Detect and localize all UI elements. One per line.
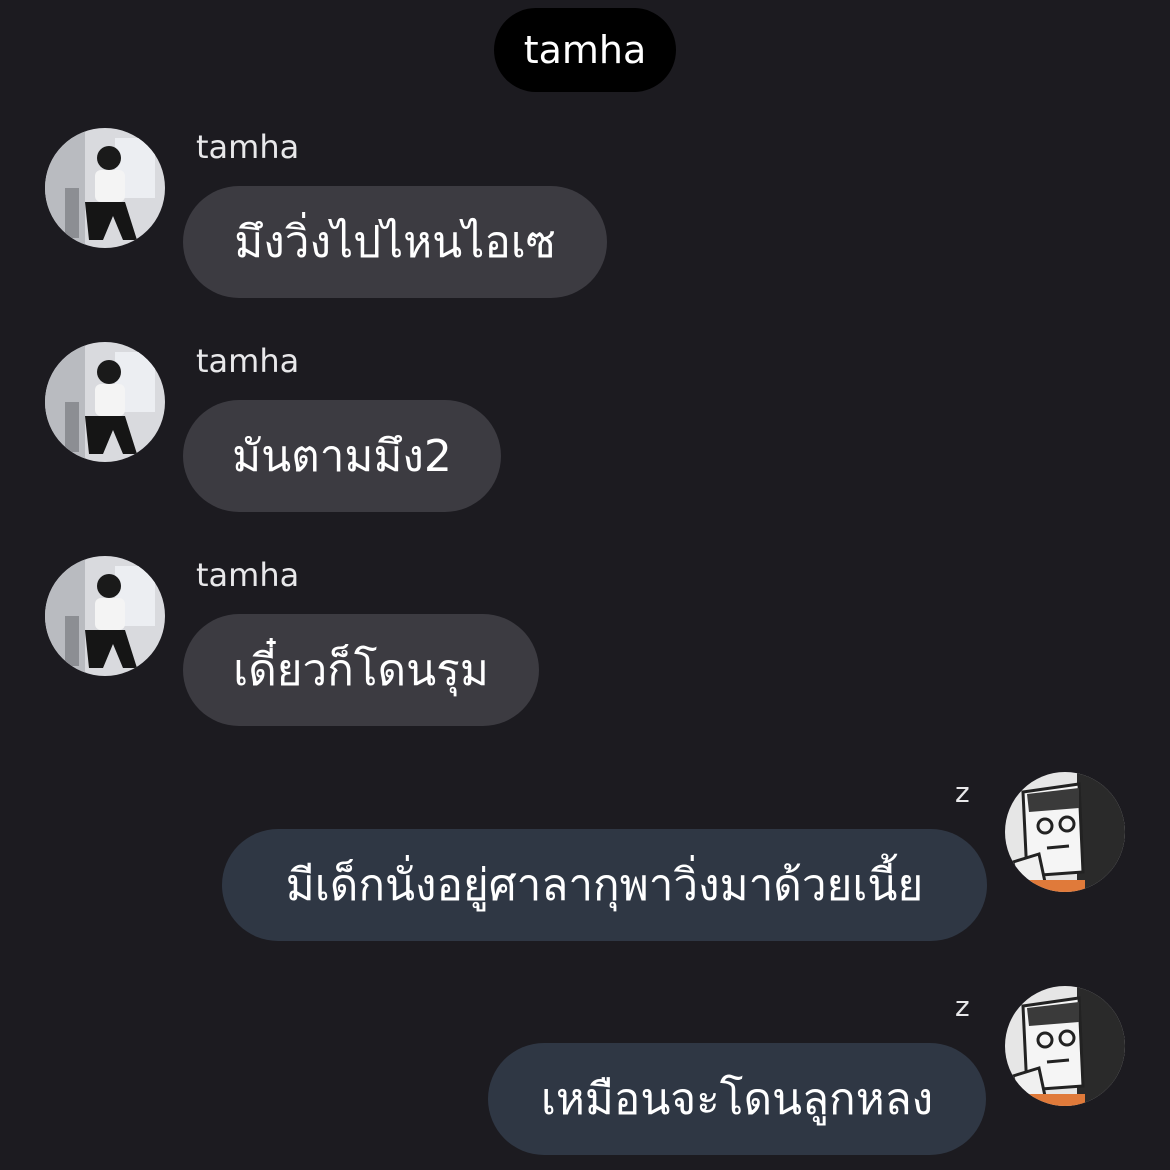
message-bubble[interactable]: เหมือนจะโดนลูกหลง — [488, 1043, 986, 1155]
sender-name: tamha — [196, 342, 300, 380]
message-bubble[interactable]: มันตามมึง2 — [183, 400, 501, 512]
avatar-meme-face — [1005, 772, 1125, 892]
avatar[interactable] — [1005, 986, 1125, 1106]
message-bubble[interactable]: เดี๋ยวก็โดนรุม — [183, 614, 539, 726]
sender-name: z — [955, 776, 970, 809]
message-text: เดี๋ยวก็โดนรุม — [233, 645, 489, 696]
avatar[interactable] — [45, 556, 165, 676]
message-text: เหมือนจะโดนลูกหลง — [540, 1074, 934, 1125]
avatar[interactable] — [45, 128, 165, 248]
message-text: มึงวิ่งไปไหนไอเซ — [234, 217, 556, 268]
avatar-meme-face — [1005, 986, 1125, 1106]
chat-title-text: tamha — [523, 28, 647, 72]
avatar[interactable] — [45, 342, 165, 462]
avatar-photo-person — [45, 342, 165, 462]
message-text: มีเด็กนั่งอยู่ศาลากุพาวิ่งมาด้วยเนี้ย — [285, 860, 924, 911]
sender-name: z — [955, 990, 970, 1023]
message-bubble[interactable]: มีเด็กนั่งอยู่ศาลากุพาวิ่งมาด้วยเนี้ย — [222, 829, 987, 941]
message-bubble[interactable]: มึงวิ่งไปไหนไอเซ — [183, 186, 607, 298]
sender-name: tamha — [196, 128, 300, 166]
sender-name: tamha — [196, 556, 300, 594]
chat-title[interactable]: tamha — [494, 8, 676, 92]
avatar-photo-person — [45, 128, 165, 248]
message-text: มันตามมึง2 — [232, 431, 452, 482]
avatar-photo-person — [45, 556, 165, 676]
avatar[interactable] — [1005, 772, 1125, 892]
